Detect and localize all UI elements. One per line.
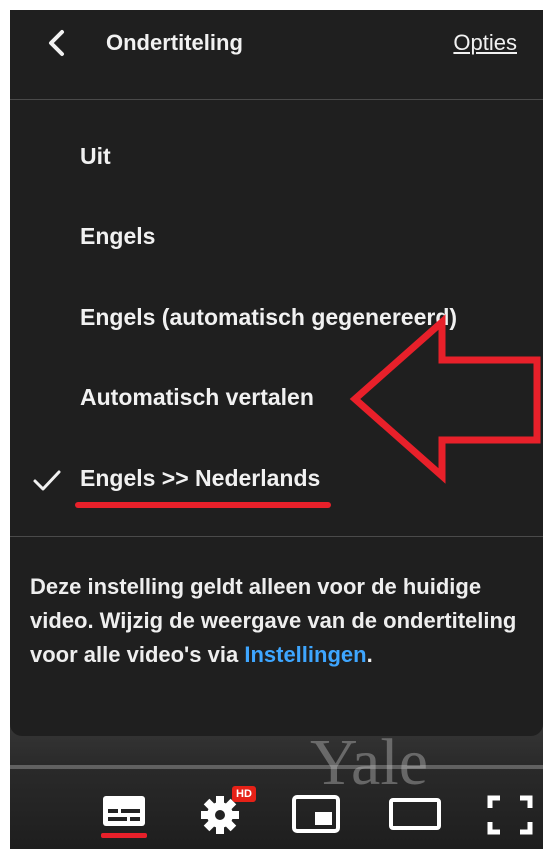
info-text: Deze instelling geldt alleen voor de hui… — [30, 570, 530, 672]
back-button[interactable] — [38, 24, 78, 64]
hd-badge: HD — [232, 786, 256, 802]
menu-item-label: Engels (automatisch gegenereerd) — [80, 304, 458, 330]
menu-item-english-auto[interactable]: Engels (automatisch gegenereerd) — [10, 287, 543, 351]
checkmark-icon — [33, 470, 61, 491]
menu-item-auto-translate[interactable]: Automatisch vertalen — [10, 367, 543, 431]
theater-mode-button[interactable] — [387, 790, 443, 840]
subtitles-button[interactable] — [96, 790, 152, 840]
panel-header: Ondertiteling Opties — [10, 10, 543, 100]
menu-item-english-dutch[interactable]: Engels >> Nederlands — [10, 448, 543, 512]
menu-item-label: Engels >> Nederlands — [80, 465, 321, 491]
menu-item-english[interactable]: Engels — [10, 206, 543, 270]
menu-item-label: Engels — [80, 223, 156, 249]
fullscreen-icon — [487, 795, 533, 835]
settings-link[interactable]: Instellingen — [244, 642, 366, 667]
video-player: Yale Ondertiteling Opties Uit Engels Eng… — [10, 10, 543, 849]
miniplayer-icon — [292, 795, 340, 833]
theater-mode-icon — [389, 798, 441, 830]
info-suffix: . — [366, 642, 373, 667]
chevron-left-icon — [49, 30, 64, 56]
menu-item-label: Uit — [80, 143, 111, 169]
fullscreen-button[interactable] — [482, 790, 538, 840]
miniplayer-button[interactable] — [288, 790, 344, 840]
subtitles-icon — [101, 796, 147, 838]
menu-item-label: Automatisch vertalen — [80, 384, 314, 410]
progress-bar[interactable] — [10, 765, 543, 769]
player-controls: HD — [10, 778, 543, 849]
menu-item-off[interactable]: Uit — [10, 126, 543, 190]
divider — [10, 536, 543, 537]
panel-title: Ondertiteling — [106, 30, 243, 55]
settings-panel: Ondertiteling Opties Uit Engels Engels (… — [10, 10, 543, 736]
options-link[interactable]: Opties — [453, 30, 517, 56]
